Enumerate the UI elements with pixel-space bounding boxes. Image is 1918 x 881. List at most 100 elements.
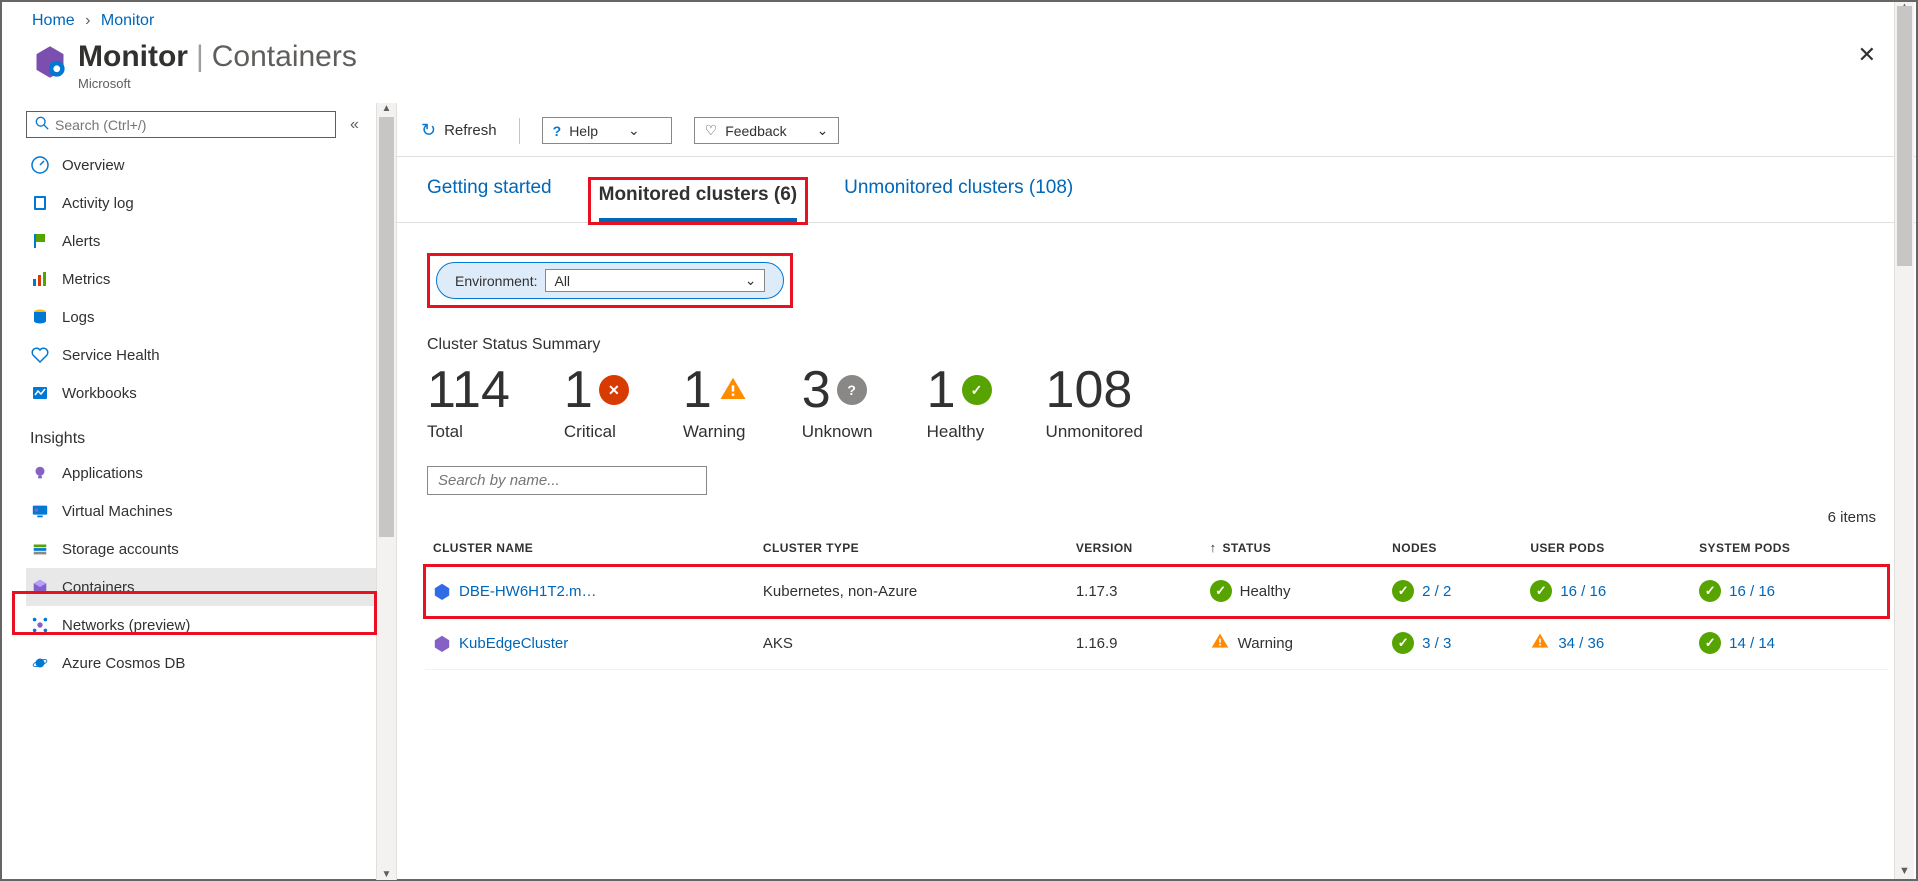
nav-networks[interactable]: Networks (preview): [26, 606, 376, 644]
help-dropdown[interactable]: ?Help ⌄: [542, 117, 672, 144]
table-row[interactable]: DBE-HW6H1T2.m… Kubernetes, non-Azure 1.1…: [425, 566, 1888, 617]
nav-label: Workbooks: [62, 385, 137, 402]
cell-status: Healthy: [1240, 583, 1291, 600]
sidebar-search[interactable]: [26, 111, 336, 138]
warning-icon: [1530, 631, 1550, 655]
nav-service-health[interactable]: Service Health: [26, 336, 376, 374]
environment-filter[interactable]: Environment: All ⌄: [436, 262, 784, 299]
nav-activity-log[interactable]: Activity log: [26, 184, 376, 222]
breadcrumb: Home › Monitor: [2, 2, 1916, 36]
cell-nodes[interactable]: 3 / 3: [1422, 635, 1451, 652]
nav-label: Logs: [62, 309, 95, 326]
scroll-down-icon[interactable]: ▼: [1895, 865, 1914, 877]
search-icon: [35, 116, 49, 133]
nav-label: Storage accounts: [62, 541, 179, 558]
scroll-thumb[interactable]: [1897, 6, 1912, 266]
window-scrollbar[interactable]: ▲ ▼: [1894, 2, 1914, 879]
cell-type: Kubernetes, non-Azure: [755, 566, 1068, 617]
close-icon[interactable]: ✕: [1858, 42, 1876, 68]
monitor-icon: [32, 44, 68, 80]
summary-critical: 1 ✕ Critical: [564, 364, 629, 442]
main-content: ↻ Refresh ?Help ⌄ ♡Feedback ⌄ Getting st…: [397, 103, 1916, 880]
aks-icon: [433, 634, 451, 652]
nav-logs[interactable]: Logs: [26, 298, 376, 336]
nav-label: Networks (preview): [62, 617, 190, 634]
filter-by-name-input[interactable]: [427, 466, 707, 495]
collapse-sidebar-icon[interactable]: «: [350, 116, 359, 134]
col-status[interactable]: ↑STATUS: [1202, 530, 1385, 566]
healthy-icon: ✓: [1699, 580, 1721, 602]
nav-metrics[interactable]: Metrics: [26, 260, 376, 298]
nav-applications[interactable]: Applications: [26, 454, 376, 492]
items-count: 6 items: [397, 501, 1916, 530]
help-label: Help: [569, 123, 598, 139]
breadcrumb-monitor[interactable]: Monitor: [101, 12, 154, 29]
table-header-row: CLUSTER NAME CLUSTER TYPE VERSION ↑STATU…: [425, 530, 1888, 566]
summary-value: 1: [683, 364, 712, 416]
warning-icon: [718, 374, 748, 407]
storage-icon: [30, 539, 50, 559]
cell-version: 1.17.3: [1068, 566, 1202, 617]
tab-getting-started[interactable]: Getting started: [427, 177, 552, 222]
tabs: Getting started Monitored clusters (6) U…: [397, 157, 1916, 223]
nav-workbooks[interactable]: Workbooks: [26, 374, 376, 412]
col-nodes[interactable]: NODES: [1384, 530, 1522, 566]
environment-select[interactable]: All ⌄: [545, 269, 765, 292]
cluster-name-link[interactable]: DBE-HW6H1T2.m…: [459, 583, 597, 600]
toolbar: ↻ Refresh ?Help ⌄ ♡Feedback ⌄: [397, 103, 1916, 157]
vm-icon: [30, 501, 50, 521]
status-summary: 114 Total 1 ✕ Critical 1 Warning 3 ? Unk…: [397, 360, 1916, 452]
nav-containers[interactable]: Containers: [26, 568, 376, 606]
col-user-pods[interactable]: USER PODS: [1522, 530, 1691, 566]
nav-alerts[interactable]: Alerts: [26, 222, 376, 260]
col-version[interactable]: VERSION: [1068, 530, 1202, 566]
nav-label: Azure Cosmos DB: [62, 655, 185, 672]
environment-value: All: [554, 273, 570, 289]
col-cluster-type[interactable]: CLUSTER TYPE: [755, 530, 1068, 566]
critical-icon: ✕: [599, 375, 629, 405]
environment-label: Environment:: [455, 273, 537, 289]
col-system-pods[interactable]: SYSTEM PODS: [1691, 530, 1888, 566]
summary-label: Unknown: [802, 422, 873, 442]
nav-virtual-machines[interactable]: Virtual Machines: [26, 492, 376, 530]
sidebar-search-input[interactable]: [55, 117, 327, 133]
insights-group-label: Insights: [26, 412, 376, 454]
table-row[interactable]: KubEdgeCluster AKS 1.16.9 Warning ✓3 / 3…: [425, 617, 1888, 670]
chevron-down-icon: ⌄: [817, 122, 829, 139]
cell-nodes[interactable]: 2 / 2: [1422, 583, 1451, 600]
breadcrumb-home[interactable]: Home: [32, 12, 75, 29]
nav-storage-accounts[interactable]: Storage accounts: [26, 530, 376, 568]
cell-user-pods[interactable]: 34 / 36: [1558, 635, 1604, 652]
cell-user-pods[interactable]: 16 / 16: [1560, 583, 1606, 600]
nav-label: Service Health: [62, 347, 160, 364]
chevron-right-icon: ›: [85, 12, 90, 29]
lightbulb-icon: [30, 463, 50, 483]
cell-system-pods[interactable]: 14 / 14: [1729, 635, 1775, 652]
col-cluster-name[interactable]: CLUSTER NAME: [425, 530, 755, 566]
nav-cosmos-db[interactable]: Azure Cosmos DB: [26, 644, 376, 682]
toolbar-separator: [519, 118, 520, 144]
feedback-label: Feedback: [725, 123, 786, 139]
flag-icon: [30, 231, 50, 251]
refresh-label: Refresh: [444, 122, 497, 139]
refresh-icon: ↻: [421, 120, 436, 141]
summary-value: 1: [564, 364, 593, 416]
refresh-button[interactable]: ↻ Refresh: [421, 120, 497, 141]
annotation-highlight: Monitored clusters (6): [588, 177, 808, 225]
sidebar-scrollbar[interactable]: ▲ ▼: [377, 103, 397, 880]
cluster-name-link[interactable]: KubEdgeCluster: [459, 635, 568, 652]
feedback-dropdown[interactable]: ♡Feedback ⌄: [694, 117, 840, 144]
tab-unmonitored-clusters[interactable]: Unmonitored clusters (108): [844, 177, 1073, 222]
cell-system-pods[interactable]: 16 / 16: [1729, 583, 1775, 600]
summary-value: 114: [427, 364, 510, 416]
healthy-icon: ✓: [1392, 580, 1414, 602]
tab-monitored-clusters[interactable]: Monitored clusters (6): [599, 184, 797, 222]
summary-label: Critical: [564, 422, 629, 442]
nav-label: Alerts: [62, 233, 100, 250]
nav-overview[interactable]: Overview: [26, 146, 376, 184]
book-icon: [30, 193, 50, 213]
healthy-icon: ✓: [1392, 632, 1414, 654]
title-separator: |: [196, 40, 204, 74]
nav-label: Applications: [62, 465, 143, 482]
containers-icon: [30, 577, 50, 597]
